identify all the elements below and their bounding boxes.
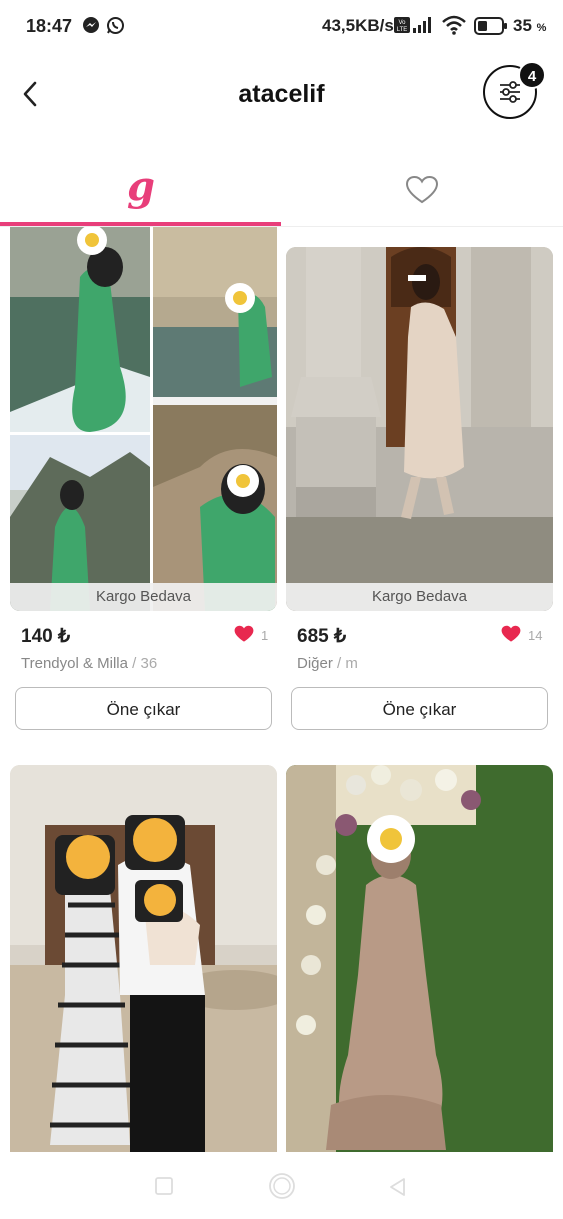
svg-text:LTE: LTE <box>397 27 408 33</box>
product-card <box>10 765 277 1152</box>
brand-name: Trendyol & Milla <box>21 655 128 672</box>
product-image[interactable] <box>10 227 277 611</box>
system-back-button[interactable] <box>388 1177 406 1202</box>
battery-icon <box>474 17 508 40</box>
promote-button[interactable]: Öne çıkar <box>15 687 272 730</box>
whatsapp-icon <box>106 16 125 40</box>
heart-outline-icon <box>405 175 439 210</box>
brand-size-separator: / <box>132 655 137 672</box>
volte-icon: Vo LTE <box>394 17 410 38</box>
price: 685 ₺ <box>297 626 347 647</box>
brand-size: Diğer / m <box>297 655 358 672</box>
product-image[interactable] <box>286 247 553 611</box>
product-image[interactable] <box>10 765 277 1152</box>
wifi-icon <box>442 15 466 40</box>
page-title: atacelif <box>238 80 325 108</box>
price: 140 ₺ <box>21 626 71 647</box>
system-nav-bar <box>0 1152 563 1219</box>
brand-size-separator: / <box>337 655 342 672</box>
status-bar: 18:47 43,5KB/s Vo LTE 35 % <box>0 0 563 52</box>
filter-sliders-icon <box>498 80 522 109</box>
shipping-label: Kargo Bedava <box>286 583 553 611</box>
brand-size: Trendyol & Milla / 36 <box>21 655 157 672</box>
product-image[interactable] <box>286 765 553 1152</box>
product-card: Kargo Bedava 685 ₺ 14 Diğer / m Öne çıka… <box>286 247 553 735</box>
heart-filled-icon[interactable] <box>501 625 521 643</box>
promote-button[interactable]: Öne çıkar <box>291 687 548 730</box>
signal-icon <box>412 17 434 38</box>
tab-bar: g <box>0 155 563 227</box>
size-label: m <box>345 655 358 672</box>
like-count: 1 <box>261 628 269 643</box>
product-card: Kargo Bedava 140 ₺ 1 Trendyol & Milla / … <box>10 227 277 735</box>
messenger-icon <box>82 16 100 39</box>
heart-filled-icon[interactable] <box>234 625 254 643</box>
shipping-label: Kargo Bedava <box>10 583 277 611</box>
product-card <box>286 765 553 1152</box>
home-button[interactable] <box>268 1172 296 1205</box>
app-header: atacelif 4 <box>0 52 563 142</box>
tab-closet[interactable]: g <box>0 155 281 227</box>
brand-name: Diğer <box>297 655 333 672</box>
recents-square-icon <box>155 1177 173 1199</box>
filter-count-badge: 4 <box>518 61 546 89</box>
back-triangle-icon <box>388 1178 406 1201</box>
like-count: 14 <box>528 628 543 643</box>
tab-likes[interactable] <box>282 155 563 227</box>
battery-percent: 35 % <box>513 16 547 35</box>
g-logo-icon: g <box>127 163 155 210</box>
size-label: 36 <box>140 655 158 672</box>
home-circle-icon <box>268 1173 296 1204</box>
svg-text:Vo: Vo <box>398 20 406 26</box>
status-time: 18:47 <box>26 16 73 36</box>
network-speed: 43,5KB/s <box>322 16 394 35</box>
recents-button[interactable] <box>155 1177 173 1200</box>
